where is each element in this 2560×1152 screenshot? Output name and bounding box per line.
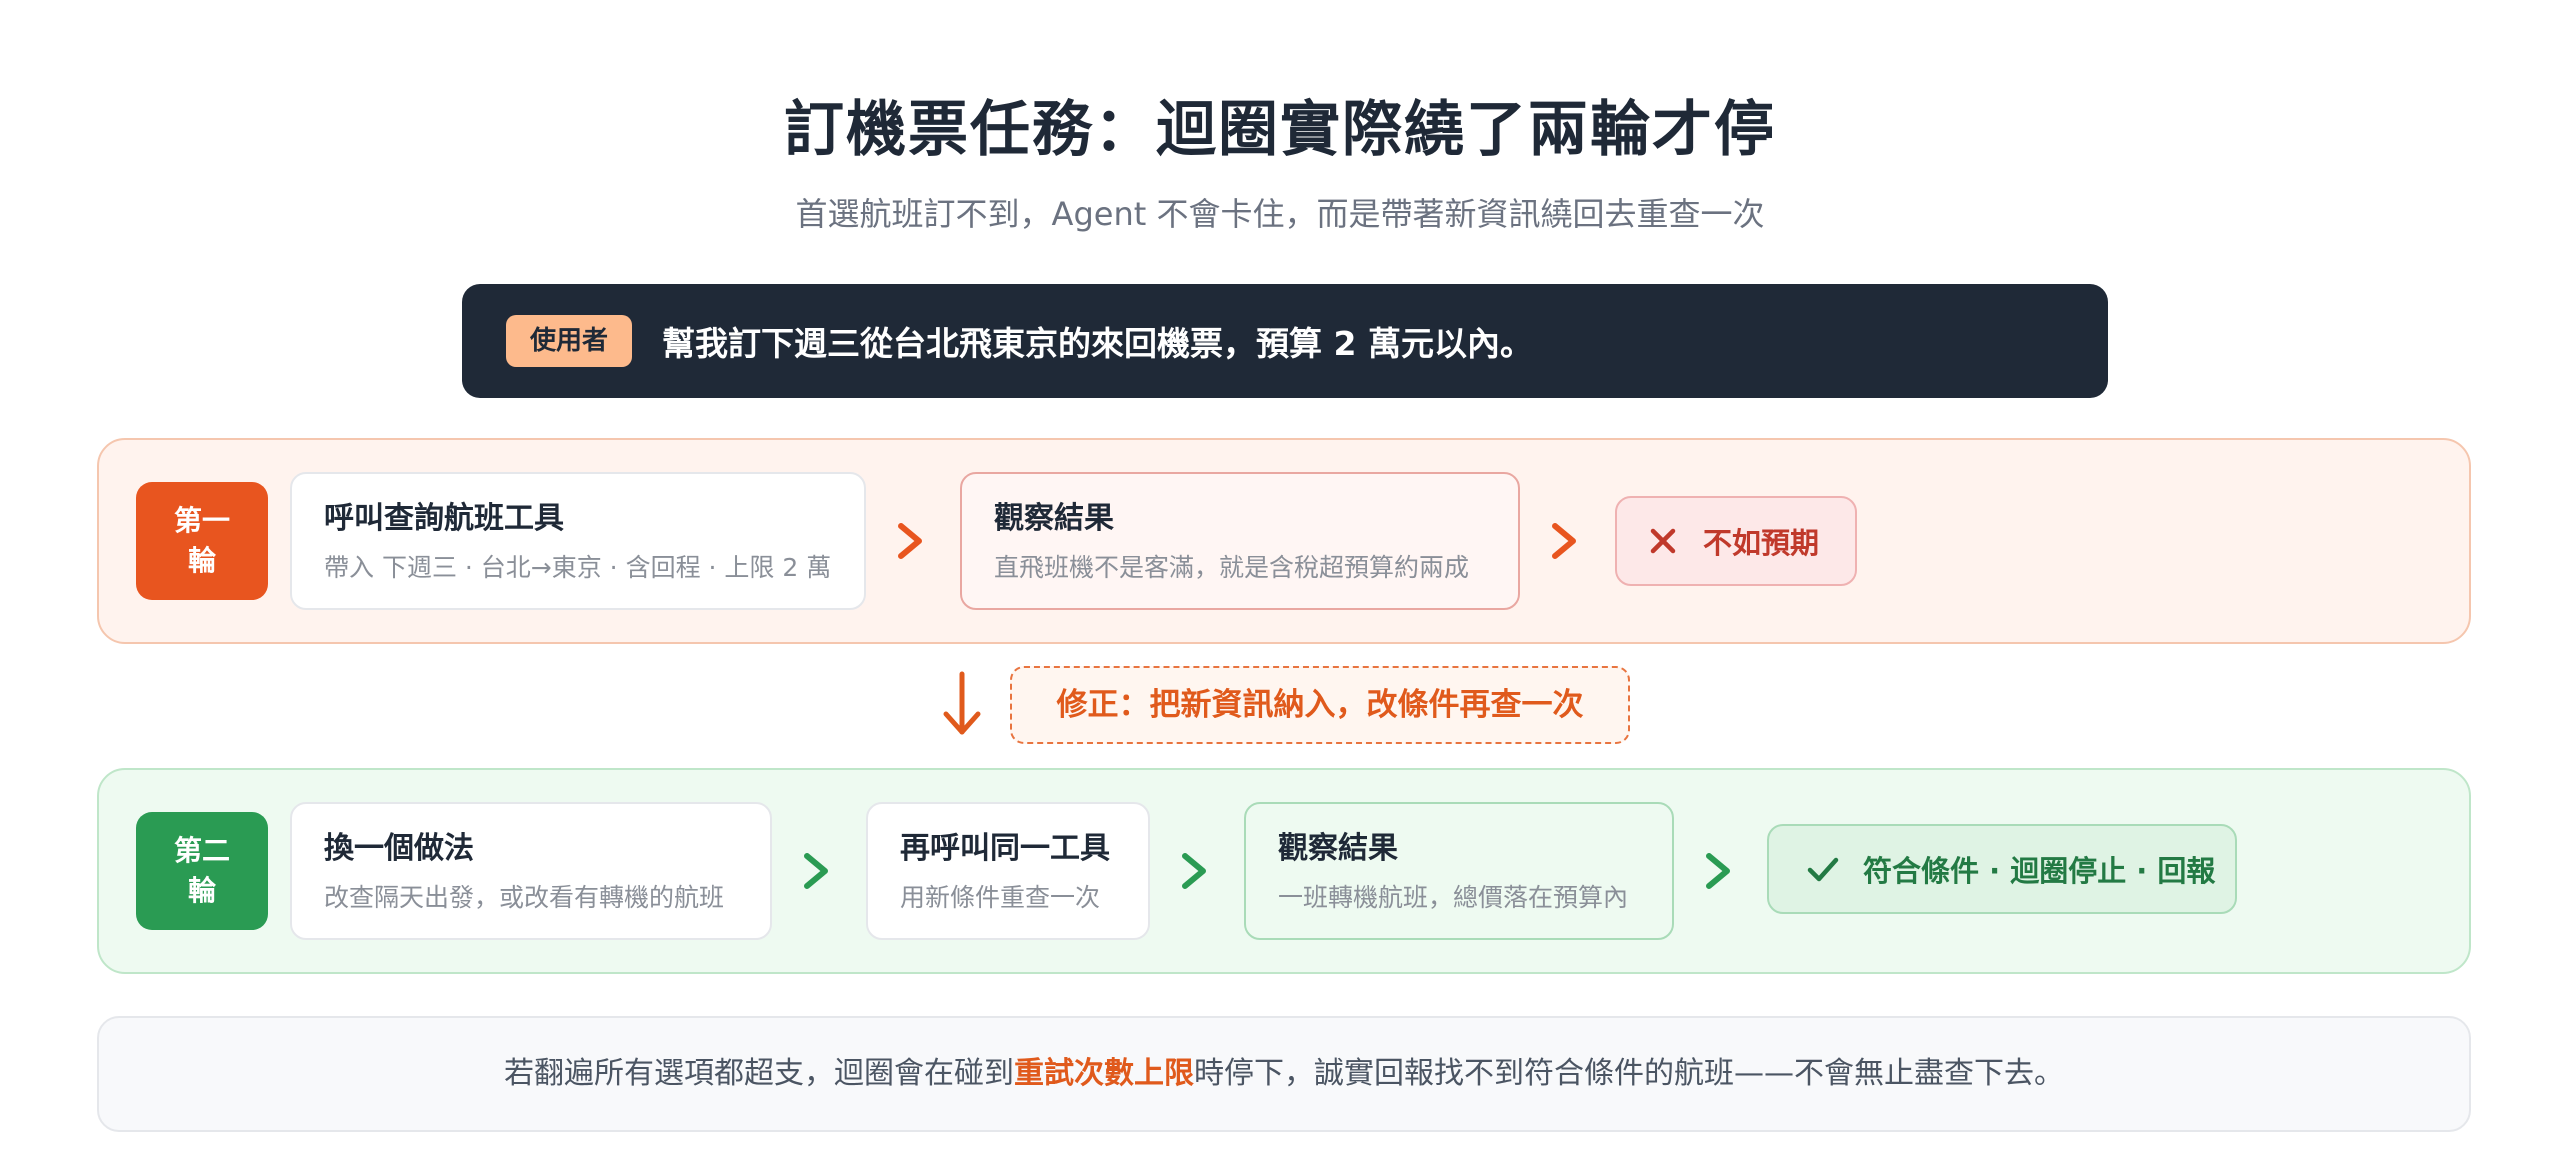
round-2-step-observe: 觀察結果 一班轉機航班，總價落在預算內 [1244, 802, 1674, 940]
note-highlight: 重試次數上限 [1014, 1056, 1194, 1091]
note-text-before: 若翻遍所有選項都超支，迴圈會在碰到 [504, 1056, 1014, 1091]
round-1-step-observe: 觀察結果 直飛班機不是客滿，就是含稅超預算約兩成 [960, 472, 1520, 610]
step-title: 換一個做法 [324, 831, 474, 866]
page-subtitle: 首選航班訂不到，Agent 不會卡住，而是帶著新資訊繞回去重查一次 [795, 195, 1765, 233]
round-2-badge: 第二 輪 [136, 812, 268, 930]
note-text-after: 時停下，誠實回報找不到符合條件的航班——不會無止盡查下去。 [1194, 1056, 2064, 1091]
step-detail: 帶入 下週三 · 台北→東京 · 含回程 · 上限 2 萬 [324, 553, 832, 582]
round-2-result-text: 符合條件 · 迴圈停止 · 回報 [1863, 854, 2216, 888]
chevron-right-icon [1706, 853, 1730, 889]
chevron-right-icon [898, 523, 922, 559]
step-detail: 用新條件重查一次 [900, 883, 1101, 912]
step-detail: 一班轉機航班，總價落在預算內 [1278, 883, 1629, 912]
step-detail: 直飛班機不是客滿，就是含稅超預算約兩成 [994, 553, 1470, 582]
round-1-panel: 第一 輪 呼叫查詢航班工具 帶入 下週三 · 台北→東京 · 含回程 · 上限 … [97, 438, 2471, 644]
round-1-result-badge: 不如預期 [1615, 496, 1857, 586]
correction-box: 修正：把新資訊納入，改條件再查一次 [1010, 666, 1630, 744]
round-1-step-call-tool: 呼叫查詢航班工具 帶入 下週三 · 台北→東京 · 含回程 · 上限 2 萬 [290, 472, 866, 610]
round-2-step-new-approach: 換一個做法 改查隔天出發，或改看有轉機的航班 [290, 802, 772, 940]
round-2-badge-line1: 第二 [173, 834, 230, 867]
check-icon [1807, 857, 1839, 882]
chevron-right-icon [804, 853, 828, 889]
page-title: 訂機票任務：迴圈實際繞了兩輪才停 [784, 95, 1776, 165]
round-2-step-call-tool-again: 再呼叫同一工具 用新條件重查一次 [866, 802, 1150, 940]
round-1-badge-line1: 第一 [173, 504, 230, 537]
round-2-badge-line2: 輪 [187, 874, 216, 907]
chevron-right-icon [1182, 853, 1206, 889]
round-1-badge-line2: 輪 [187, 544, 216, 577]
round-2-panel: 第二 輪 換一個做法 改查隔天出發，或改看有轉機的航班 再呼叫同一工具 用新條件… [97, 768, 2471, 974]
chevron-right-icon [1552, 523, 1576, 559]
round-1-badge: 第一 輪 [136, 482, 268, 600]
step-title: 觀察結果 [994, 501, 1114, 536]
user-tag: 使用者 [506, 315, 633, 367]
arrow-down-icon [943, 671, 981, 735]
round-1-result-text: 不如預期 [1703, 526, 1820, 560]
user-request-bar: 使用者 幫我訂下週三從台北飛東京的來回機票，預算 2 萬元以內。 [462, 284, 2108, 398]
retry-limit-note: 若翻遍所有選項都超支，迴圈會在碰到重試次數上限時停下，誠實回報找不到符合條件的航… [97, 1016, 2471, 1132]
step-title: 再呼叫同一工具 [900, 831, 1110, 866]
user-request-text: 幫我訂下週三從台北飛東京的來回機票，預算 2 萬元以內。 [662, 324, 1533, 363]
step-title: 呼叫查詢航班工具 [324, 501, 564, 536]
round-2-result-badge: 符合條件 · 迴圈停止 · 回報 [1767, 824, 2237, 914]
close-icon [1650, 528, 1676, 554]
step-title: 觀察結果 [1278, 831, 1398, 866]
step-detail: 改查隔天出發，或改看有轉機的航班 [324, 883, 725, 912]
